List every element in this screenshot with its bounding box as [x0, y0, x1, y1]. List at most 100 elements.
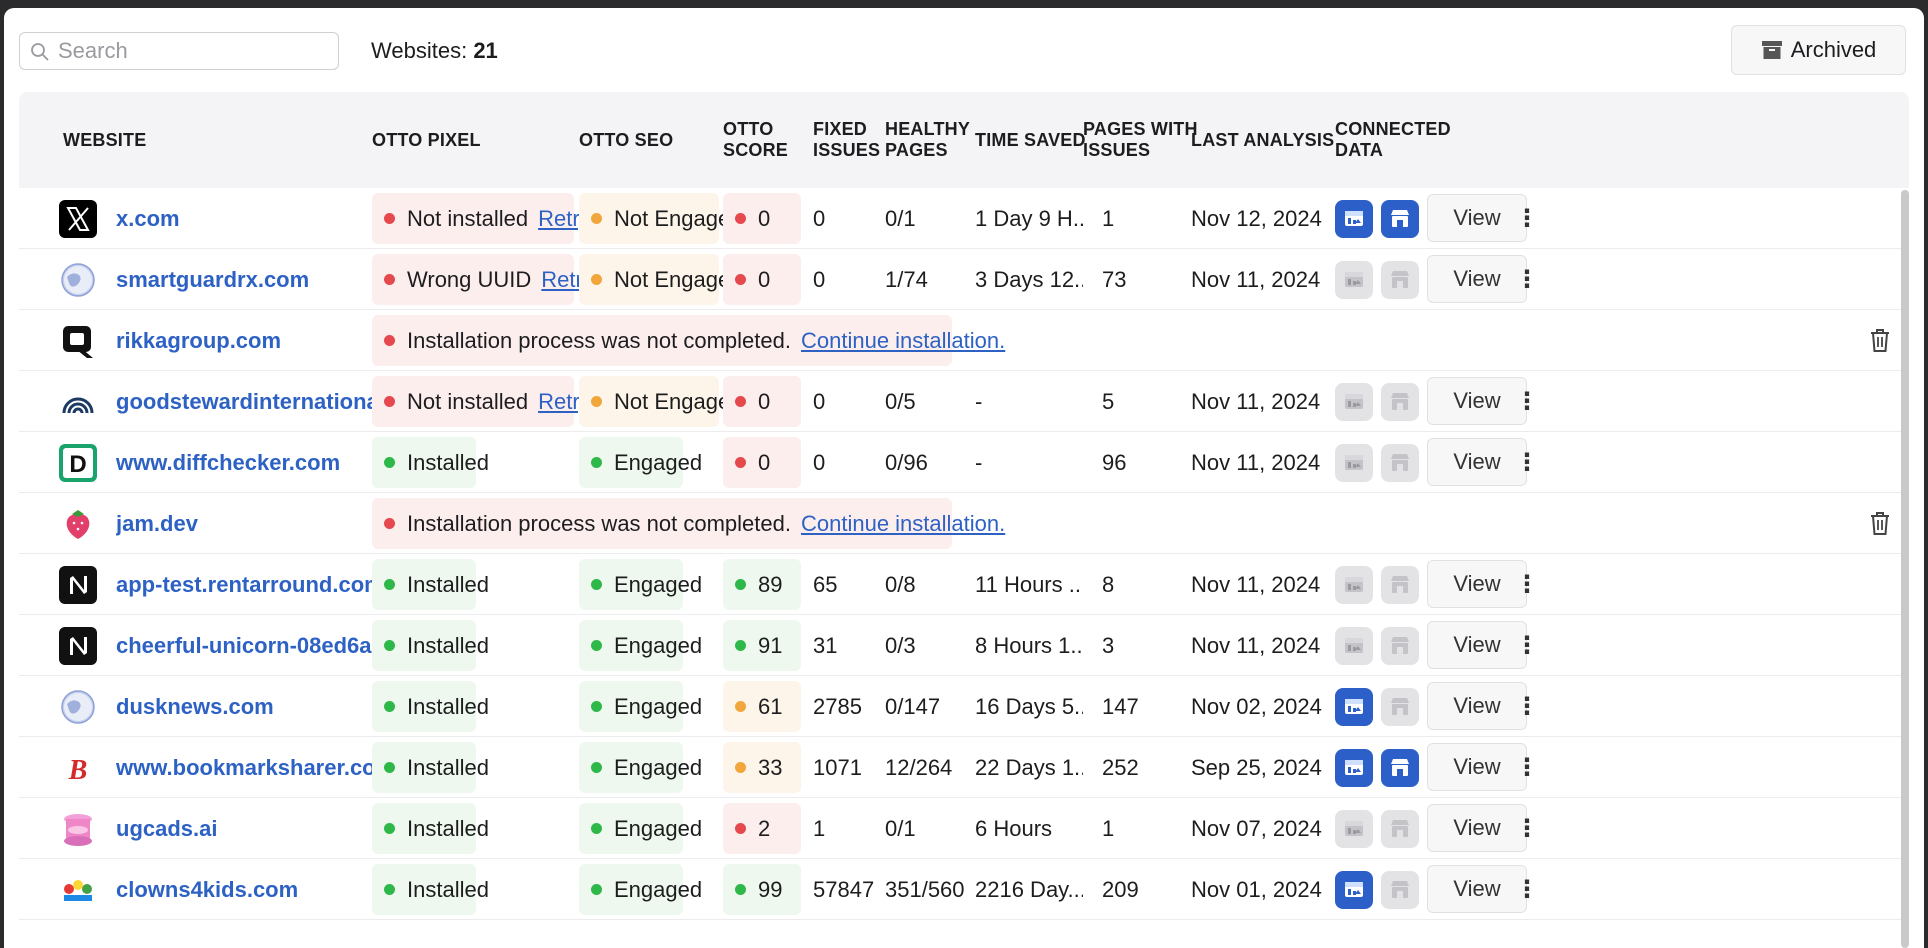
- view-button[interactable]: View: [1427, 621, 1527, 669]
- search-console-icon[interactable]: [1335, 749, 1373, 787]
- search-console-icon[interactable]: [1335, 261, 1373, 299]
- table-row: Bwww.bookmarksharer.com Installed Engaged 3…: [19, 737, 1909, 798]
- business-profile-icon[interactable]: [1381, 810, 1419, 848]
- more-options-icon[interactable]: ⋮: [1515, 859, 1539, 920]
- vertical-scrollbar[interactable]: [1901, 190, 1909, 948]
- otto-score-value: 0: [758, 449, 771, 475]
- status-dot: [591, 884, 602, 895]
- time-saved: 3 Days 12...: [975, 266, 1083, 292]
- search-console-icon[interactable]: [1335, 200, 1373, 238]
- site-globe-logo: [59, 688, 97, 726]
- view-button[interactable]: View: [1427, 255, 1527, 303]
- header-connected-line1: CONNECTED: [1335, 119, 1451, 139]
- business-profile-icon[interactable]: [1381, 383, 1419, 421]
- more-options-icon[interactable]: ⋮: [1515, 371, 1539, 432]
- otto-score: 0: [723, 437, 801, 488]
- business-profile-icon[interactable]: [1381, 261, 1419, 299]
- view-button[interactable]: View: [1427, 865, 1527, 913]
- websites-table: WEBSITE OTTO PIXEL OTTO SEO OTTO SCORE F…: [19, 92, 1909, 948]
- header-otto-pixel[interactable]: OTTO PIXEL: [372, 130, 481, 151]
- view-button[interactable]: View: [1427, 743, 1527, 791]
- svg-text:D: D: [69, 451, 86, 478]
- site-globe-logo: [59, 261, 97, 299]
- fixed-issues: 2785: [813, 693, 862, 719]
- business-profile-icon[interactable]: [1381, 749, 1419, 787]
- table-row: clowns4kids.com Installed Engaged 99 57847 35…: [19, 859, 1909, 920]
- header-time-saved[interactable]: TIME SAVED: [975, 130, 1086, 151]
- view-button[interactable]: View: [1427, 682, 1527, 730]
- pages-with-issues: 5: [1102, 388, 1115, 414]
- healthy-pages: 0/1: [885, 205, 916, 231]
- header-fixed-issues[interactable]: FIXED ISSUES: [813, 119, 880, 161]
- business-profile-icon[interactable]: [1381, 200, 1419, 238]
- time-saved: 8 Hours 1...: [975, 632, 1083, 658]
- otto-score-value: 2: [758, 815, 771, 841]
- fixed-issues: 1: [813, 815, 826, 841]
- site-b-logo: B: [59, 749, 97, 787]
- continue-installation-link[interactable]: Continue installation.: [801, 328, 1005, 354]
- more-options-icon[interactable]: ⋮: [1515, 188, 1539, 249]
- view-button[interactable]: View: [1427, 560, 1527, 608]
- status-dot: [384, 518, 395, 529]
- status-dot: [735, 640, 746, 651]
- search-console-icon[interactable]: [1335, 627, 1373, 665]
- website-count-value: 21: [473, 38, 498, 63]
- more-options-icon[interactable]: ⋮: [1515, 737, 1539, 798]
- status-dot: [591, 823, 602, 834]
- header-pages-with-issues[interactable]: PAGES WITH ISSUES: [1083, 119, 1198, 161]
- business-profile-icon[interactable]: [1381, 444, 1419, 482]
- more-options-icon[interactable]: ⋮: [1515, 554, 1539, 615]
- search-console-icon[interactable]: [1335, 383, 1373, 421]
- search-console-icon[interactable]: [1335, 566, 1373, 604]
- time-saved: 11 Hours ...: [975, 571, 1083, 597]
- last-analysis: Nov 11, 2024: [1191, 449, 1321, 475]
- status-dot: [384, 396, 395, 407]
- business-profile-icon[interactable]: [1381, 688, 1419, 726]
- time-saved: 2216 Day...: [975, 876, 1083, 902]
- header-otto-score-line2: SCORE: [723, 140, 789, 160]
- view-button[interactable]: View: [1427, 804, 1527, 852]
- status-dot: [735, 762, 746, 773]
- search-console-icon[interactable]: [1335, 444, 1373, 482]
- status-dot: [384, 274, 395, 285]
- otto-pixel-status: Installed: [372, 620, 489, 671]
- more-options-icon[interactable]: ⋮: [1515, 676, 1539, 737]
- header-website[interactable]: WEBSITE: [63, 130, 146, 151]
- status-dot: [735, 884, 746, 895]
- business-profile-icon[interactable]: [1381, 871, 1419, 909]
- otto-score: 89: [723, 559, 801, 610]
- otto-seo-label: Engaged: [614, 693, 703, 719]
- business-profile-icon[interactable]: [1381, 566, 1419, 604]
- header-connected-data: CONNECTED DATA: [1335, 119, 1451, 161]
- header-last-analysis[interactable]: LAST ANALYSIS: [1191, 130, 1334, 151]
- otto-score: 91: [723, 620, 801, 671]
- more-options-icon[interactable]: ⋮: [1515, 615, 1539, 676]
- view-button[interactable]: View: [1427, 438, 1527, 486]
- archived-button[interactable]: Archived: [1731, 25, 1906, 75]
- header-healthy-pages[interactable]: HEALTHY PAGES: [885, 119, 970, 161]
- search-input[interactable]: [56, 38, 326, 64]
- status-dot: [384, 579, 395, 590]
- search-console-icon[interactable]: [1335, 688, 1373, 726]
- search-console-icon[interactable]: [1335, 871, 1373, 909]
- more-options-icon[interactable]: ⋮: [1515, 249, 1539, 310]
- table-row: rikkagroup.com Installation process was n…: [19, 310, 1909, 371]
- status-dot: [591, 213, 602, 224]
- header-otto-score[interactable]: OTTO SCORE: [723, 119, 788, 161]
- more-options-icon[interactable]: ⋮: [1515, 432, 1539, 493]
- view-button[interactable]: View: [1427, 194, 1527, 242]
- trash-icon[interactable]: [1867, 326, 1893, 354]
- search-box[interactable]: [19, 32, 339, 70]
- status-dot: [384, 884, 395, 895]
- status-dot: [591, 762, 602, 773]
- view-button[interactable]: View: [1427, 377, 1527, 425]
- more-options-icon[interactable]: ⋮: [1515, 798, 1539, 859]
- continue-installation-link[interactable]: Continue installation.: [801, 511, 1005, 537]
- otto-seo-label: Engaged: [614, 449, 703, 475]
- status-dot: [384, 457, 395, 468]
- business-profile-icon[interactable]: [1381, 627, 1419, 665]
- last-analysis: Nov 11, 2024: [1191, 266, 1321, 292]
- trash-icon[interactable]: [1867, 509, 1893, 537]
- search-console-icon[interactable]: [1335, 810, 1373, 848]
- header-otto-seo[interactable]: OTTO SEO: [579, 130, 673, 151]
